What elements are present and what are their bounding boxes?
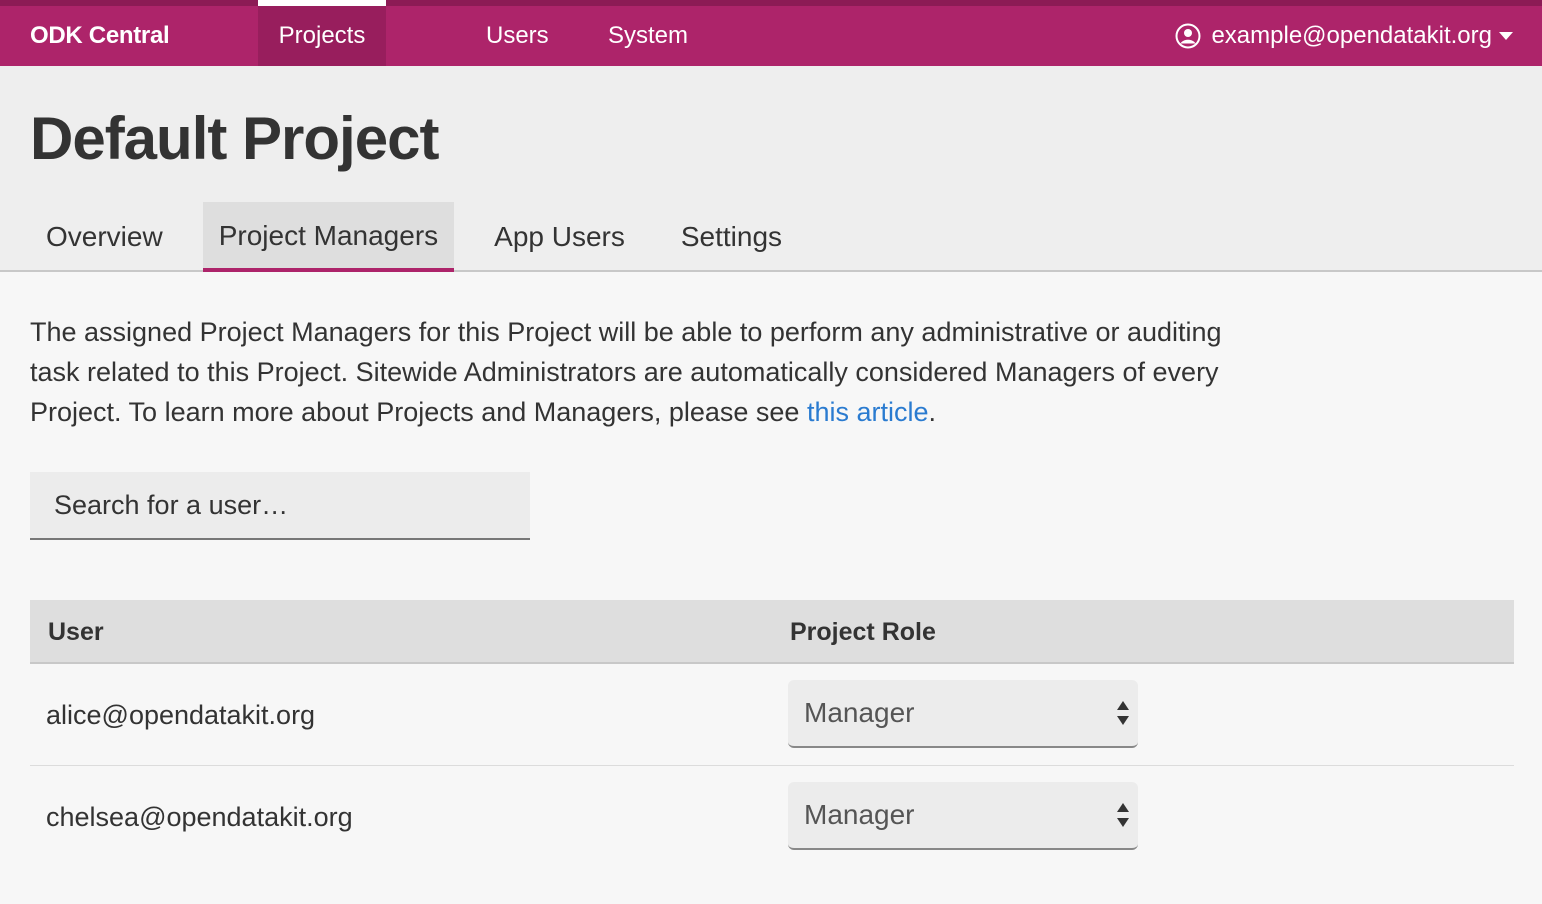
managers-description: The assigned Project Managers for this P… bbox=[30, 312, 1250, 432]
user-email: chelsea@opendatakit.org bbox=[46, 802, 353, 832]
user-search-input[interactable] bbox=[30, 472, 530, 540]
project-role-select[interactable]: Manager bbox=[788, 782, 1138, 850]
project-role-value: Manager bbox=[804, 697, 915, 728]
table-header: User Project Role bbox=[30, 600, 1514, 664]
tab-settings[interactable]: Settings bbox=[665, 202, 798, 272]
tab-app-users[interactable]: App Users bbox=[478, 202, 641, 272]
top-navbar: ODK Central Projects Users System exampl… bbox=[0, 0, 1542, 66]
select-arrows-icon bbox=[1116, 699, 1130, 727]
account-email: example@opendatakit.org bbox=[1211, 22, 1492, 49]
nav-users[interactable]: Users bbox=[486, 6, 549, 66]
tab-project-managers[interactable]: Project Managers bbox=[202, 202, 455, 272]
table-row: chelsea@opendatakit.org Manager bbox=[30, 766, 1514, 868]
column-header-project-role: Project Role bbox=[790, 618, 936, 646]
project-tabs: Overview Project Managers App Users Sett… bbox=[30, 202, 822, 272]
page-header: Default Project Overview Project Manager… bbox=[0, 66, 1542, 272]
article-link[interactable]: this article bbox=[807, 397, 929, 427]
managers-table: User Project Role alice@opendatakit.org … bbox=[30, 600, 1514, 868]
user-circle-icon bbox=[1175, 23, 1201, 49]
user-email: alice@opendatakit.org bbox=[46, 700, 316, 730]
caret-down-icon bbox=[1498, 31, 1514, 41]
page-title: Default Project bbox=[30, 105, 439, 172]
description-trailing: . bbox=[928, 397, 936, 427]
nav-system[interactable]: System bbox=[608, 6, 688, 66]
project-role-select[interactable]: Manager bbox=[788, 680, 1138, 748]
table-row: alice@opendatakit.org Manager bbox=[30, 664, 1514, 766]
column-header-user: User bbox=[48, 618, 104, 646]
project-role-value: Manager bbox=[804, 799, 915, 830]
select-arrows-icon bbox=[1116, 801, 1130, 829]
description-text: The assigned Project Managers for this P… bbox=[30, 317, 1222, 427]
account-menu[interactable]: example@opendatakit.org bbox=[1175, 6, 1514, 66]
brand-logo[interactable]: ODK Central bbox=[30, 6, 170, 66]
tab-overview[interactable]: Overview bbox=[30, 202, 179, 272]
nav-projects[interactable]: Projects bbox=[258, 0, 386, 66]
